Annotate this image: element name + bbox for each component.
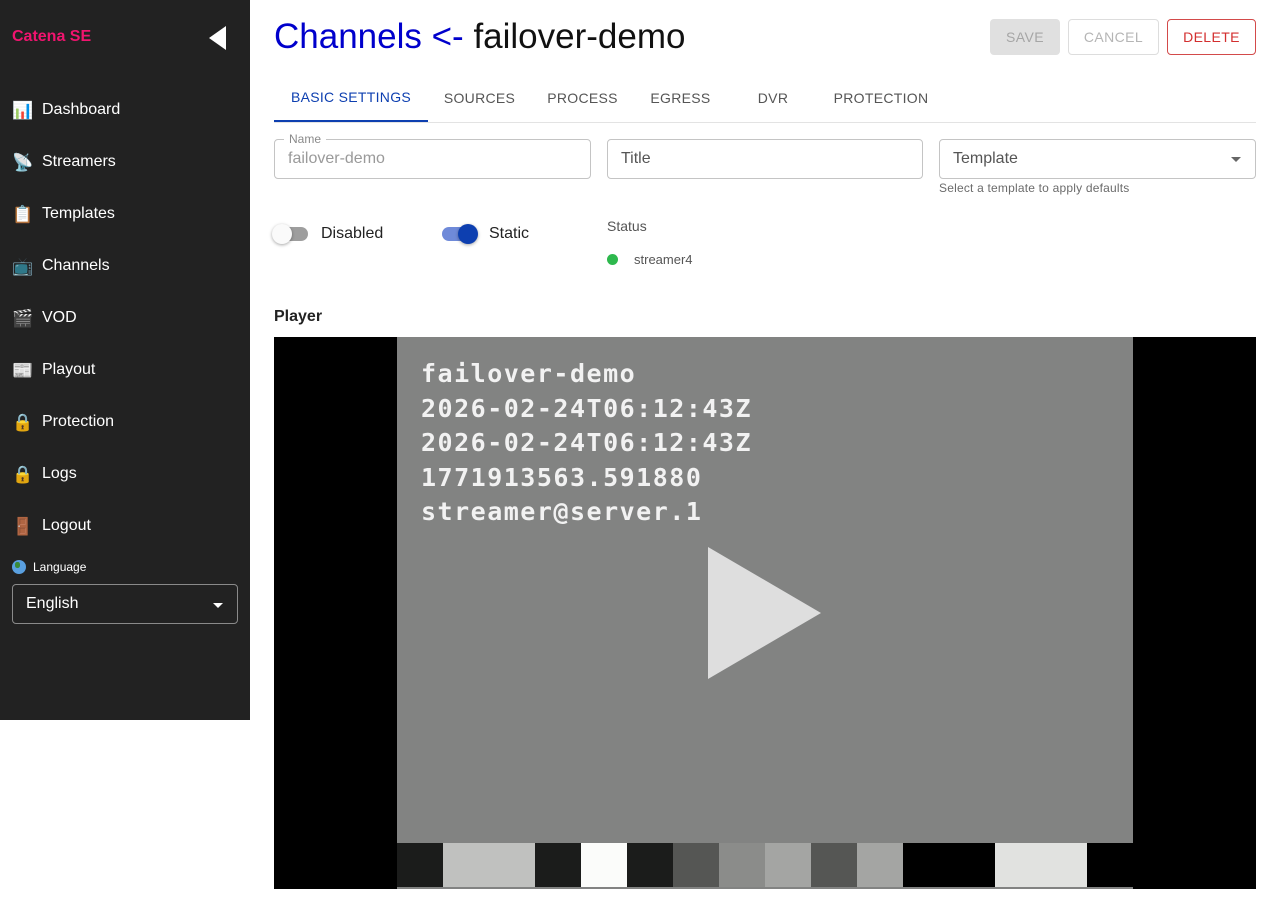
video-frame[interactable]: failover-demo 2026-02-24T06:12:43Z 2026-… — [397, 337, 1133, 889]
tab-dvr[interactable]: DVR — [727, 74, 819, 122]
tab-bar: BASIC SETTINGS SOURCES PROCESS EGRESS DV… — [274, 74, 1256, 123]
lock-icon: 🔒 — [12, 464, 34, 484]
test-pattern-bar — [581, 843, 627, 887]
overlay-line: 1771913563.591880 — [421, 462, 703, 492]
television-icon: 📺 — [12, 256, 34, 276]
bar-chart-icon: 📊 — [12, 100, 34, 120]
save-button[interactable]: SAVE — [990, 19, 1060, 55]
disabled-toggle-label: Disabled — [321, 225, 384, 242]
template-helper-text: Select a template to apply defaults — [939, 181, 1130, 195]
sidebar-item-label: VOD — [42, 309, 77, 326]
sidebar-item-label: Protection — [42, 413, 115, 430]
test-pattern-bar — [811, 843, 857, 887]
status-label: Status — [607, 218, 647, 234]
video-overlay-text: failover-demo 2026-02-24T06:12:43Z 2026-… — [421, 357, 752, 530]
disabled-switch[interactable] — [272, 224, 308, 244]
lock-icon: 🔒 — [12, 412, 34, 432]
sidebar-item-label: Streamers — [42, 153, 116, 170]
collapse-sidebar-button[interactable] — [206, 24, 230, 52]
caret-down-icon — [213, 603, 223, 608]
brand-logo-text[interactable]: Catena SE — [12, 28, 91, 46]
page-title: Channels <- failover-demo — [274, 16, 685, 58]
sidebar-item-streamers[interactable]: 📡 Streamers — [0, 136, 250, 188]
test-pattern-bar — [397, 843, 443, 887]
test-pattern-bar — [443, 843, 489, 887]
name-field-label: Name — [284, 132, 327, 146]
door-icon: 🚪 — [12, 516, 34, 536]
clapperboard-icon: 🎬 — [12, 308, 34, 328]
sidebar-item-playout[interactable]: 📰 Playout — [0, 344, 250, 396]
sidebar-item-label: Logs — [42, 465, 77, 482]
template-select[interactable]: Template — [939, 139, 1256, 179]
newspaper-icon: 📰 — [12, 360, 34, 380]
test-pattern-bar — [1041, 843, 1087, 887]
sidebar-item-label: Logout — [42, 517, 91, 534]
channel-name-title: failover-demo — [473, 17, 686, 56]
test-pattern-bar — [535, 843, 581, 887]
tab-protection[interactable]: PROTECTION — [819, 74, 943, 122]
test-pattern-bar — [489, 843, 535, 887]
sidebar-item-label: Dashboard — [42, 101, 121, 118]
video-player[interactable]: failover-demo 2026-02-24T06:12:43Z 2026-… — [274, 337, 1256, 889]
test-pattern-bar — [949, 843, 995, 887]
status-row: streamer4 — [607, 252, 693, 267]
disabled-toggle[interactable]: Disabled — [272, 224, 383, 244]
static-toggle[interactable]: Static — [440, 224, 529, 244]
overlay-line: 2026-02-24T06:12:43Z — [421, 393, 753, 423]
sidebar-item-channels[interactable]: 📺 Channels — [0, 240, 250, 292]
test-pattern-bar — [1087, 843, 1133, 887]
static-toggle-label: Static — [489, 225, 530, 242]
sidebar-item-templates[interactable]: 📋 Templates — [0, 188, 250, 240]
sidebar-item-logout[interactable]: 🚪 Logout — [0, 500, 250, 552]
overlay-line: 2026-02-24T06:12:43Z — [421, 428, 753, 457]
name-field[interactable]: Name failover-demo — [274, 132, 591, 179]
test-pattern-bar — [857, 843, 903, 887]
test-pattern-bars — [397, 843, 1133, 887]
sidebar-item-label: Channels — [42, 257, 110, 274]
tab-process[interactable]: PROCESS — [531, 74, 634, 122]
sidebar: Catena SE 📊 Dashboard 📡 Streamers 📋 Temp… — [0, 0, 250, 720]
test-pattern-bar — [719, 843, 765, 887]
breadcrumb-channels[interactable]: Channels <- — [274, 17, 464, 56]
overlay-line: streamer@server.1 — [421, 497, 703, 526]
language-select[interactable]: English — [12, 584, 238, 624]
overlay-line: failover-demo — [421, 359, 637, 388]
sidebar-nav: 📊 Dashboard 📡 Streamers 📋 Templates 📺 Ch… — [0, 84, 250, 552]
play-icon[interactable] — [708, 547, 821, 679]
cancel-button[interactable]: CANCEL — [1068, 19, 1159, 55]
title-field[interactable]: Title — [607, 139, 923, 179]
language-select-value: English — [26, 595, 79, 612]
player-heading: Player — [274, 308, 323, 325]
tab-sources[interactable]: SOURCES — [428, 74, 531, 122]
title-field-placeholder: Title — [621, 150, 651, 167]
test-pattern-bar — [765, 843, 811, 887]
status-online-dot — [607, 254, 618, 265]
caret-down-icon — [1231, 157, 1241, 162]
test-pattern-bar — [673, 843, 719, 887]
sidebar-item-protection[interactable]: 🔒 Protection — [0, 396, 250, 448]
globe-icon — [12, 560, 26, 574]
test-pattern-bar — [903, 843, 949, 887]
language-label: Language — [12, 560, 86, 574]
sidebar-item-label: Templates — [42, 205, 115, 222]
tab-basic-settings[interactable]: BASIC SETTINGS — [274, 74, 428, 122]
sidebar-item-logs[interactable]: 🔒 Logs — [0, 448, 250, 500]
status-streamer-name: streamer4 — [634, 252, 693, 267]
sidebar-item-vod[interactable]: 🎬 VOD — [0, 292, 250, 344]
name-field-value: failover-demo — [288, 150, 385, 167]
sidebar-item-dashboard[interactable]: 📊 Dashboard — [0, 84, 250, 136]
delete-button[interactable]: DELETE — [1167, 19, 1256, 55]
clipboard-icon: 📋 — [12, 204, 34, 224]
switch-thumb — [458, 224, 478, 244]
test-pattern-bar — [627, 843, 673, 887]
template-select-placeholder: Template — [953, 150, 1018, 167]
sidebar-item-label: Playout — [42, 361, 96, 378]
satellite-dish-icon: 📡 — [12, 152, 34, 172]
language-label-text: Language — [33, 560, 87, 574]
tab-egress[interactable]: EGRESS — [634, 74, 727, 122]
static-switch[interactable] — [440, 224, 478, 244]
switch-thumb — [272, 224, 292, 244]
test-pattern-bar — [995, 843, 1041, 887]
caret-left-icon — [209, 26, 226, 50]
